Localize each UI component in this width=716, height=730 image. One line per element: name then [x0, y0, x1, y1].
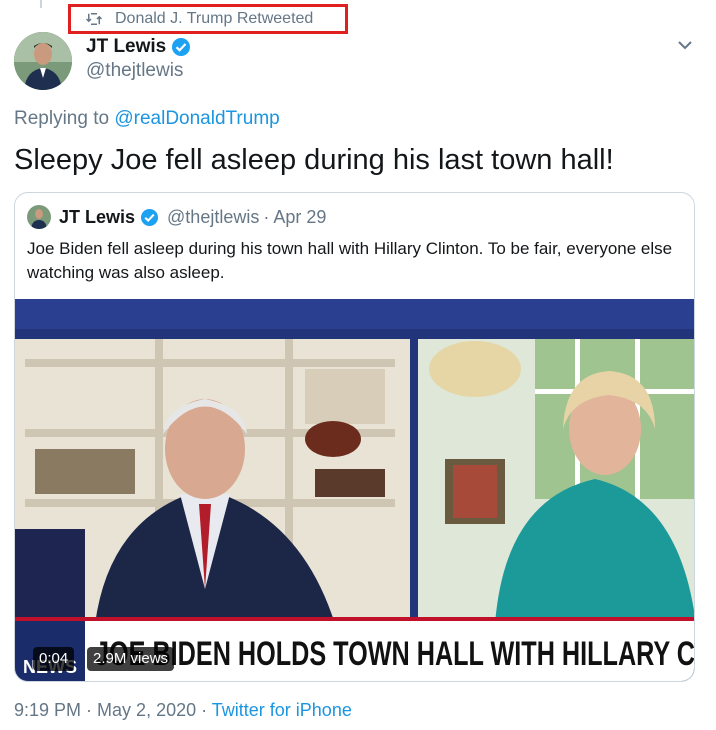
author-avatar[interactable]	[14, 32, 72, 90]
verified-icon	[172, 38, 191, 56]
video-views: 2.9M views	[87, 647, 175, 671]
video-thumbnail: NEWS JOE BIDEN HOLDS TOWN HALL WITH HILL…	[15, 299, 695, 681]
retweet-label: Donald J. Trump Retweeted	[115, 10, 314, 27]
tweet-footer: 9:19 PM · May 2, 2020 · Twitter for iPho…	[14, 700, 352, 721]
verified-icon	[140, 208, 159, 226]
quoted-separator: ·	[263, 206, 270, 227]
reply-prefix: Replying to	[14, 108, 115, 129]
quoted-tweet[interactable]: JT Lewis @thejtlewis · Apr 29 Joe Biden …	[14, 192, 695, 682]
tweet-time[interactable]: 9:19 PM	[14, 700, 81, 720]
reply-mention-link[interactable]: @realDonaldTrump	[114, 108, 279, 129]
chevron-down-icon[interactable]	[676, 36, 694, 54]
retweet-context[interactable]: Donald J. Trump Retweeted	[68, 4, 348, 34]
reply-context: Replying to @realDonaldTrump	[14, 108, 280, 130]
avatar-image	[14, 32, 72, 90]
author-name[interactable]: JT Lewis	[86, 36, 191, 58]
author-handle[interactable]: @thejtlewis	[86, 60, 183, 82]
footer-separator: ·	[81, 700, 98, 720]
tweet-source-link[interactable]: Twitter for iPhone	[212, 700, 352, 720]
quoted-avatar	[27, 205, 51, 229]
tweet-date[interactable]: May 2, 2020	[97, 700, 196, 720]
author-name-text: JT Lewis	[86, 36, 167, 57]
video-player[interactable]: NEWS JOE BIDEN HOLDS TOWN HALL WITH HILL…	[15, 299, 695, 681]
footer-separator: ·	[196, 700, 212, 720]
retweet-icon	[85, 13, 103, 25]
quoted-author-name: JT Lewis	[59, 206, 136, 227]
video-duration: 0:04	[33, 647, 75, 671]
thread-connector	[40, 0, 42, 8]
video-chyron: JOE BIDEN HOLDS TOWN HALL WITH HILLARY C	[95, 635, 695, 673]
quoted-author-handle: @thejtlewis	[167, 206, 260, 227]
quoted-date: Apr 29	[273, 206, 327, 227]
tweet-text: Sleepy Joe fell asleep during his last t…	[14, 144, 614, 176]
quoted-tweet-text: Joe Biden fell asleep during his town ha…	[27, 239, 673, 282]
quoted-tweet-header: JT Lewis @thejtlewis · Apr 29	[27, 205, 326, 229]
